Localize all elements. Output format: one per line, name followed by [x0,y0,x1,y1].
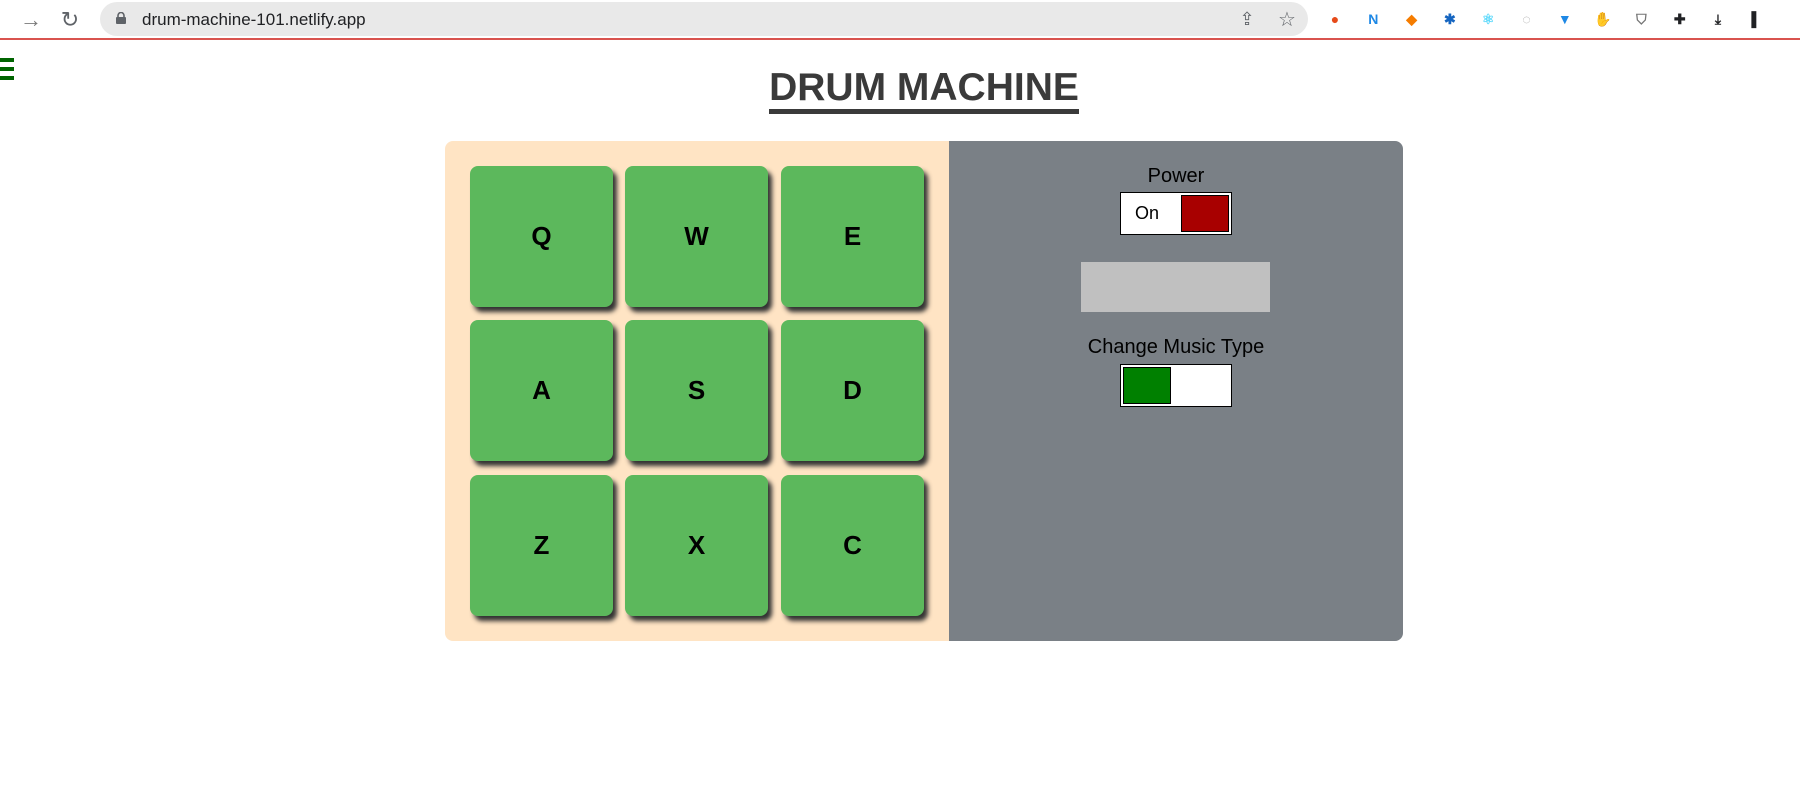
browser-toolbar: → ↻ drum-machine-101.netlify.app ⇪ ☆ ● N ◆… [0,0,1800,40]
power-toggle[interactable]: On [1120,192,1232,235]
page-title-text: DRUM MACHINE [769,66,1079,114]
power-label: Power [1147,165,1205,187]
color-wheel-extension-icon[interactable]: ● [1323,7,1347,31]
page-title: DRUM MACHINE [0,66,1800,114]
drum-pad-w[interactable]: W [625,166,768,307]
address-bar[interactable]: drum-machine-101.netlify.app ⇪ ☆ [100,2,1308,36]
drum-pad-c[interactable]: C [781,475,924,616]
music-type-label: Change Music Type [1087,336,1265,358]
shield-grey-extension-icon[interactable]: ⛉ [1629,7,1653,31]
sidebar-icon[interactable]: ▌ [1744,7,1768,31]
shield-v-extension-icon[interactable]: ▼ [1553,7,1577,31]
react-devtools-icon[interactable]: ⚛ [1476,7,1500,31]
fox-extension-icon[interactable]: ◆ [1400,7,1424,31]
blue-gear-extension-icon[interactable]: ✱ [1438,7,1462,31]
bookmark-star-icon[interactable]: ☆ [1276,8,1298,31]
pad-bank: QWE ASD ZXC [445,141,949,641]
drum-pad-q[interactable]: Q [470,166,613,307]
controls-panel: Power On Change Music Type [949,141,1403,641]
drum-pad-s[interactable]: S [625,320,768,461]
url-text[interactable]: drum-machine-101.netlify.app [142,10,366,30]
reload-icon[interactable]: ↻ [56,6,84,34]
lock-icon [116,12,126,24]
drum-pad-a[interactable]: A [470,320,613,461]
n-extension-icon[interactable]: N [1361,7,1385,31]
puzzle-extensions-icon[interactable]: ✚ [1668,7,1692,31]
drum-pad-x[interactable]: X [625,475,768,616]
music-type-toggle-knob[interactable] [1123,367,1171,404]
drum-machine: QWE ASD ZXC Power On Change Music Type [445,141,1403,641]
grey-circle-extension-icon[interactable]: ◌ [1515,7,1539,31]
stop-hand-extension-icon[interactable]: ✋ [1591,7,1615,31]
music-type-toggle[interactable] [1120,364,1232,407]
drum-pad-e[interactable]: E [781,166,924,307]
sound-display [1081,262,1270,312]
download-icon[interactable]: ⤓ [1706,7,1730,31]
drum-pad-d[interactable]: D [781,320,924,461]
share-icon[interactable]: ⇪ [1236,8,1258,30]
forward-icon[interactable]: → [17,6,45,34]
power-toggle-knob[interactable] [1181,195,1229,232]
drum-pad-z[interactable]: Z [470,475,613,616]
power-state-text: On [1135,203,1160,223]
